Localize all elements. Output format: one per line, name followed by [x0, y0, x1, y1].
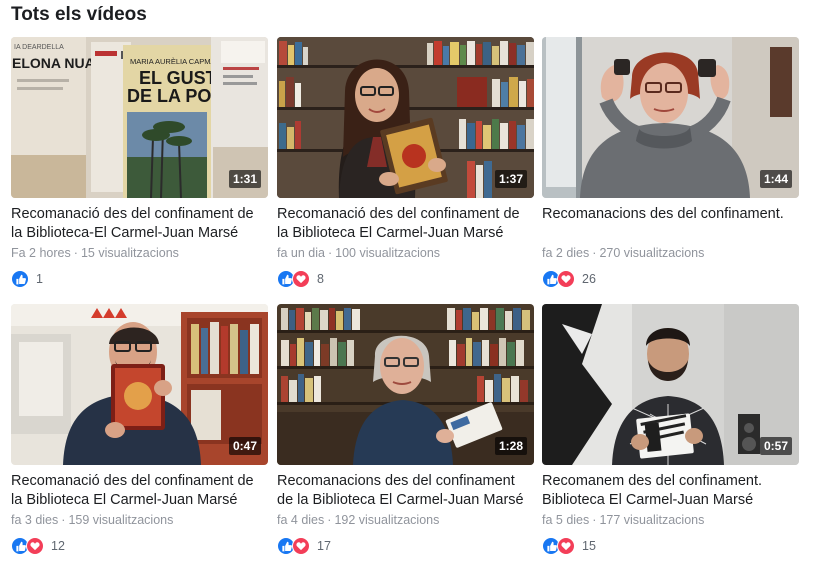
- love-icon: [557, 270, 575, 288]
- video-time-ago: fa un dia: [277, 246, 325, 260]
- meta-separator: ·: [61, 513, 66, 527]
- video-time-ago: fa 2 dies: [542, 246, 590, 260]
- video-time-ago: fa 3 dies: [11, 513, 59, 527]
- reactions[interactable]: 8: [277, 269, 324, 289]
- reactions[interactable]: 26: [542, 269, 596, 289]
- video-card[interactable]: 1:37 Recomanació des del confinament de …: [277, 37, 534, 297]
- video-meta: Fa 2 hores · 15 visualitzacions: [11, 246, 268, 260]
- video-duration: 0:47: [228, 437, 261, 455]
- reactions[interactable]: 1: [11, 269, 43, 289]
- love-icon: [26, 537, 44, 555]
- video-views: 100 visualitzacions: [335, 246, 441, 260]
- like-icon: [11, 270, 29, 288]
- meta-separator: ·: [592, 513, 597, 527]
- video-card[interactable]: 0:57 Recomanem des del confinament. Bibl…: [542, 304, 799, 564]
- love-icon: [557, 537, 575, 555]
- video-title[interactable]: Recomanació des del confinament de la Bi…: [277, 205, 534, 243]
- video-title[interactable]: Recomanació des del confinament de la Bi…: [11, 205, 268, 243]
- video-views: 270 visualitzacions: [599, 246, 705, 260]
- meta-separator: ·: [592, 246, 597, 260]
- reaction-count: 8: [317, 272, 324, 286]
- reaction-count: 12: [51, 539, 65, 553]
- video-time-ago: Fa 2 hores: [11, 246, 71, 260]
- meta-separator: ·: [327, 513, 332, 527]
- video-duration: 1:31: [228, 170, 261, 188]
- reactions[interactable]: 12: [11, 536, 65, 556]
- video-title[interactable]: Recomanació des del confinament de la Bi…: [11, 472, 268, 510]
- reactions[interactable]: 17: [277, 536, 331, 556]
- thumb-text-left-top: IA DEARDELLA: [14, 44, 64, 51]
- video-thumbnail[interactable]: 0:47: [11, 304, 268, 465]
- video-thumbnail[interactable]: 1:28: [277, 304, 534, 465]
- video-time-ago: fa 5 dies: [542, 513, 590, 527]
- video-duration: 0:57: [759, 437, 792, 455]
- love-icon: [292, 537, 310, 555]
- video-views: 177 visualitzacions: [599, 513, 705, 527]
- video-thumbnail[interactable]: 1:37: [277, 37, 534, 198]
- video-title[interactable]: Recomanacions des del confinament de la …: [277, 472, 534, 510]
- video-meta: fa 3 dies · 159 visualitzacions: [11, 513, 268, 527]
- reactions[interactable]: 15: [542, 536, 596, 556]
- video-views: 192 visualitzacions: [334, 513, 440, 527]
- video-thumbnail[interactable]: 1:44: [542, 37, 799, 198]
- video-duration: 1:44: [759, 170, 792, 188]
- video-title[interactable]: Recomanacions des del confinament.: [542, 205, 799, 224]
- video-card[interactable]: 1:28 Recomanacions des del confinament d…: [277, 304, 534, 564]
- love-icon: [292, 270, 310, 288]
- video-grid: IA DEARDELLA ELONA NUA MARIA AURÈLIA CAP…: [11, 37, 801, 562]
- video-meta: fa un dia · 100 visualitzacions: [277, 246, 534, 260]
- video-card[interactable]: 0:47 Recomanació des del confinament de …: [11, 304, 268, 564]
- video-thumbnail[interactable]: IA DEARDELLA ELONA NUA MARIA AURÈLIA CAP…: [11, 37, 268, 198]
- meta-separator: ·: [327, 246, 333, 260]
- reaction-count: 15: [582, 539, 596, 553]
- video-meta: fa 4 dies · 192 visualitzacions: [277, 513, 534, 527]
- video-card[interactable]: IA DEARDELLA ELONA NUA MARIA AURÈLIA CAP…: [11, 37, 268, 297]
- reaction-count: 26: [582, 272, 596, 286]
- reaction-count: 17: [317, 539, 331, 553]
- video-title[interactable]: Recomanem des del confinament. Bibliotec…: [542, 472, 799, 510]
- video-thumbnail[interactable]: 0:57: [542, 304, 799, 465]
- thumb-book-title-1: EL GUST: [139, 68, 217, 88]
- video-meta: fa 2 dies · 270 visualitzacions: [542, 246, 799, 260]
- video-views: 15 visualitzacions: [80, 246, 179, 260]
- thumb-text-left: ELONA NUA: [12, 55, 95, 71]
- video-meta: fa 5 dies · 177 visualitzacions: [542, 513, 799, 527]
- video-duration: 1:37: [494, 170, 527, 188]
- reaction-count: 1: [36, 272, 43, 286]
- meta-separator: ·: [73, 246, 78, 260]
- video-duration: 1:28: [494, 437, 527, 455]
- video-time-ago: fa 4 dies: [277, 513, 325, 527]
- video-card[interactable]: 1:44 Recomanacions des del confinament. …: [542, 37, 799, 297]
- section-title: Tots els vídeos: [11, 4, 147, 25]
- video-views: 159 visualitzacions: [68, 513, 174, 527]
